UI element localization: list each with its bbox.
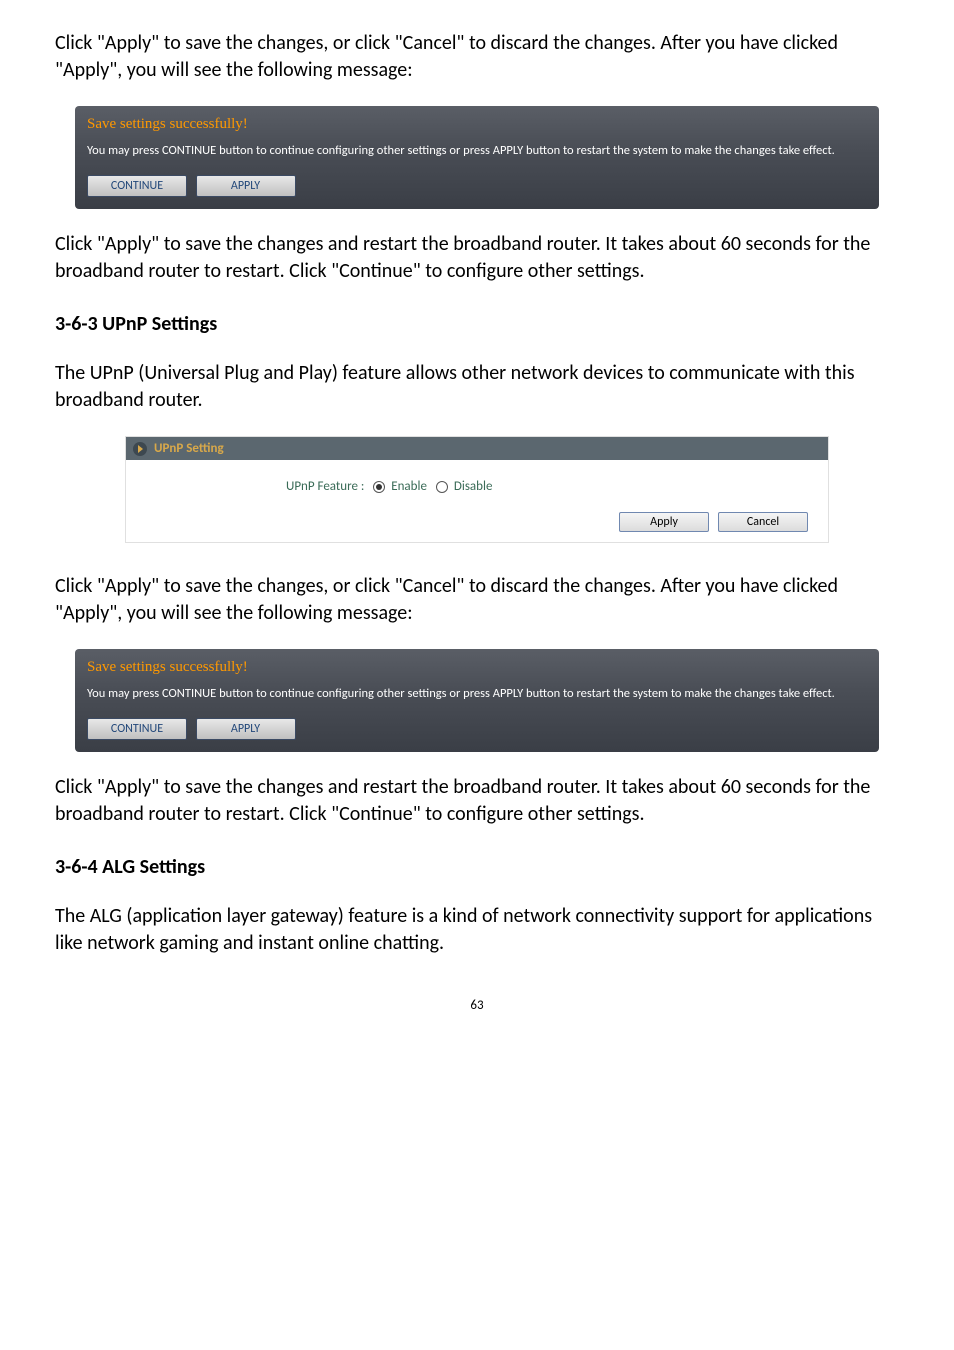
upnp-header-label: UPnP Setting <box>154 441 224 456</box>
upnp-header: UPnP Setting <box>126 437 828 461</box>
apply-button[interactable]: APPLY <box>196 718 296 740</box>
apply-button[interactable]: APPLY <box>196 175 296 197</box>
upnp-cancel-button[interactable]: Cancel <box>718 512 808 532</box>
heading-upnp-settings: 3-6-3 UPnP Settings <box>55 311 899 338</box>
upnp-body: UPnP Feature : Enable Disable Apply Canc… <box>126 460 828 542</box>
panel-button-row: CONTINUE APPLY <box>75 713 879 752</box>
upnp-button-row: Apply Cancel <box>146 512 808 532</box>
paragraph-restart-1: Click "Apply" to save the changes and re… <box>55 231 899 285</box>
save-settings-panel-1: Save settings successfully! You may pres… <box>75 106 879 209</box>
paragraph-alg-desc: The ALG (application layer gateway) feat… <box>55 903 899 957</box>
page-number: 63 <box>55 997 899 1015</box>
arrow-icon <box>132 441 148 457</box>
continue-button[interactable]: CONTINUE <box>87 718 187 740</box>
paragraph-apply-cancel-1: Click "Apply" to save the changes, or cl… <box>55 30 899 84</box>
upnp-feature-row: UPnP Feature : Enable Disable <box>146 478 808 496</box>
radio-disable-label: Disable <box>454 479 493 494</box>
panel-text: You may press CONTINUE button to continu… <box>75 138 879 170</box>
heading-alg-settings: 3-6-4 ALG Settings <box>55 854 899 881</box>
paragraph-upnp-desc: The UPnP (Universal Plug and Play) featu… <box>55 360 899 414</box>
radio-enable-label: Enable <box>391 479 427 494</box>
panel-button-row: CONTINUE APPLY <box>75 170 879 209</box>
paragraph-restart-2: Click "Apply" to save the changes and re… <box>55 774 899 828</box>
radio-enable[interactable] <box>373 481 385 493</box>
save-settings-panel-2: Save settings successfully! You may pres… <box>75 649 879 752</box>
panel-title: Save settings successfully! <box>75 649 879 681</box>
upnp-apply-button[interactable]: Apply <box>619 512 709 532</box>
paragraph-apply-cancel-2: Click "Apply" to save the changes, or cl… <box>55 573 899 627</box>
upnp-setting-panel: UPnP Setting UPnP Feature : Enable Disab… <box>125 436 829 543</box>
radio-disable[interactable] <box>436 481 448 493</box>
upnp-feature-label: UPnP Feature : <box>286 479 364 494</box>
panel-text: You may press CONTINUE button to continu… <box>75 681 879 713</box>
continue-button[interactable]: CONTINUE <box>87 175 187 197</box>
panel-title: Save settings successfully! <box>75 106 879 138</box>
